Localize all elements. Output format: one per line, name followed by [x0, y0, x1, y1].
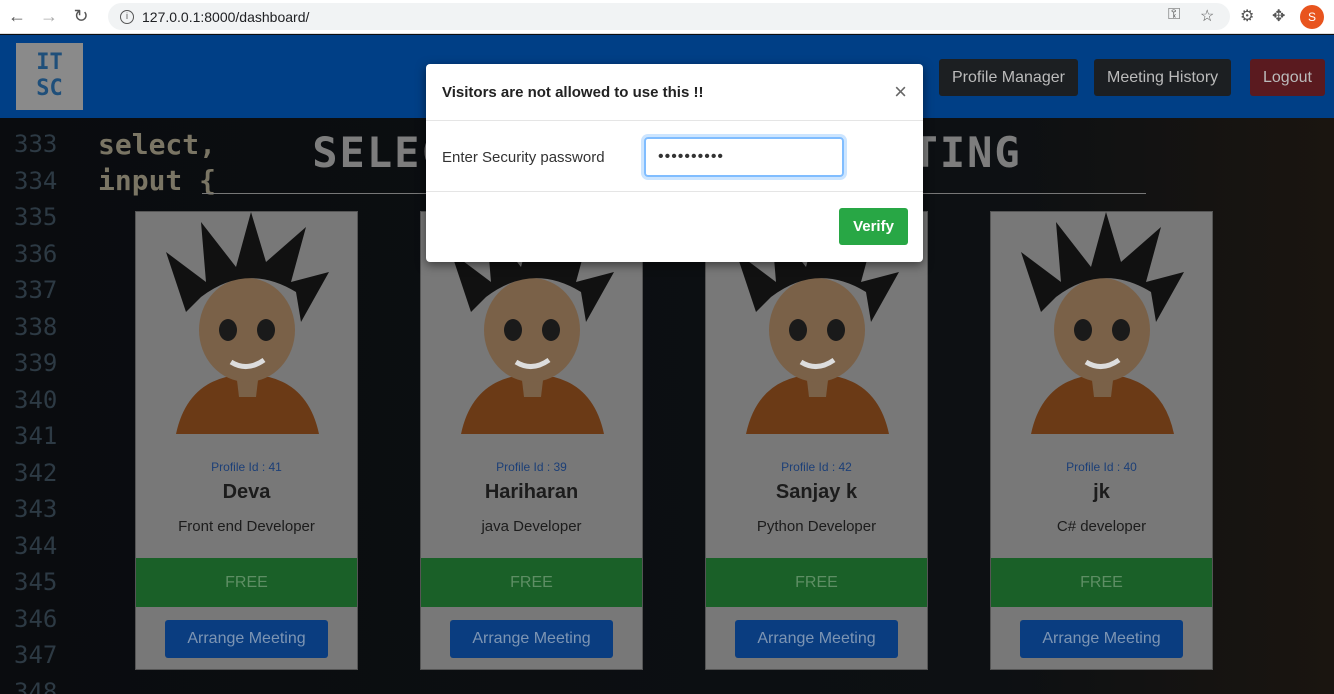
profile-name: jk [1093, 481, 1110, 503]
extension-icon[interactable]: ⚙ [1240, 6, 1254, 26]
profile-manager-button[interactable]: Profile Manager [939, 59, 1078, 96]
profile-name: Hariharan [484, 481, 579, 503]
key-icon[interactable]: ⚿ [1168, 6, 1180, 24]
line-number: 338 [14, 312, 58, 341]
profile-name: Sanjay k [775, 481, 858, 503]
profile-avatar[interactable]: S [1300, 5, 1324, 29]
avatar-image [166, 212, 329, 434]
line-number: 339 [14, 349, 58, 377]
puzzle-icon[interactable]: ✥ [1272, 6, 1285, 26]
arrange-meeting-button[interactable]: Arrange Meeting [450, 620, 613, 658]
line-number: 336 [14, 239, 58, 268]
arrange-meeting-button[interactable]: Arrange Meeting [1020, 620, 1183, 658]
verify-button[interactable]: Verify [839, 208, 908, 245]
status-badge: FREE [706, 558, 927, 607]
address-bar[interactable]: i 127.0.0.1:8000/dashboard/ [108, 3, 1230, 30]
close-icon[interactable]: × [894, 79, 907, 105]
line-number: 337 [14, 276, 58, 304]
site-logo[interactable]: IT SC [16, 43, 83, 110]
line-number: 343 [14, 495, 58, 523]
profile-card: Profile Id : 40 jk C# developer FREE Arrange… [990, 211, 1213, 670]
profile-card: Profile Id : 41 Deva Front end Developer FR… [135, 211, 358, 670]
reload-icon[interactable]: ↻ [66, 6, 96, 27]
star-icon[interactable]: ☆ [1200, 6, 1214, 26]
arrange-meeting-button[interactable]: Arrange Meeting [735, 620, 898, 658]
arrange-meeting-button[interactable]: Arrange Meeting [165, 620, 328, 658]
line-number: 340 [14, 385, 58, 414]
security-password-input[interactable]: •••••••••• [644, 137, 844, 177]
profile-id: Profile Id : 41 [211, 460, 282, 474]
profile-id: Profile Id : 39 [496, 460, 567, 474]
browser-toolbar: ← → ↻ i 127.0.0.1:8000/dashboard/ ⚿ ☆ ⚙ ✥… [0, 0, 1334, 34]
line-number: 344 [14, 531, 58, 560]
status-badge: FREE [136, 558, 357, 607]
info-icon[interactable]: i [120, 9, 134, 24]
logout-button[interactable]: Logout [1250, 59, 1325, 96]
security-modal: Visitors are not allowed to use this !! ×… [426, 64, 923, 262]
line-number: 341 [14, 422, 58, 450]
line-number: 347 [14, 641, 58, 669]
profile-role: C# developer [1056, 518, 1147, 535]
profile-card: Profile Id : 39 Hariharan java Developer FR… [420, 211, 643, 670]
profile-id: Profile Id : 42 [781, 460, 852, 474]
profile-role: Python Developer [756, 518, 877, 535]
status-badge: FREE [991, 558, 1212, 607]
profile-card: Profile Id : 42 Sanjay k Python Developer F… [705, 211, 928, 670]
avatar-image [1021, 212, 1184, 434]
meeting-history-button[interactable]: Meeting History [1094, 59, 1232, 96]
line-number: 335 [14, 203, 58, 231]
profile-role: java Developer [481, 518, 582, 535]
line-number: 346 [14, 604, 58, 633]
url-text: 127.0.0.1:8000/dashboard/ [142, 8, 310, 25]
logo-text: IT [36, 50, 63, 75]
modal-title: Visitors are not allowed to use this !! [442, 83, 704, 101]
profile-name: Deva [222, 481, 271, 503]
profile-role: Front end Developer [178, 518, 315, 535]
forward-icon[interactable]: → [34, 6, 64, 27]
line-number: 348 [14, 677, 58, 694]
profile-id: Profile Id : 40 [1066, 460, 1137, 474]
line-number: 345 [14, 568, 58, 596]
logo-text: SC [36, 76, 63, 101]
line-number: 342 [14, 458, 58, 487]
password-label: Enter Security password [442, 149, 605, 166]
back-icon[interactable]: ← [2, 6, 32, 27]
status-badge: FREE [421, 558, 642, 607]
